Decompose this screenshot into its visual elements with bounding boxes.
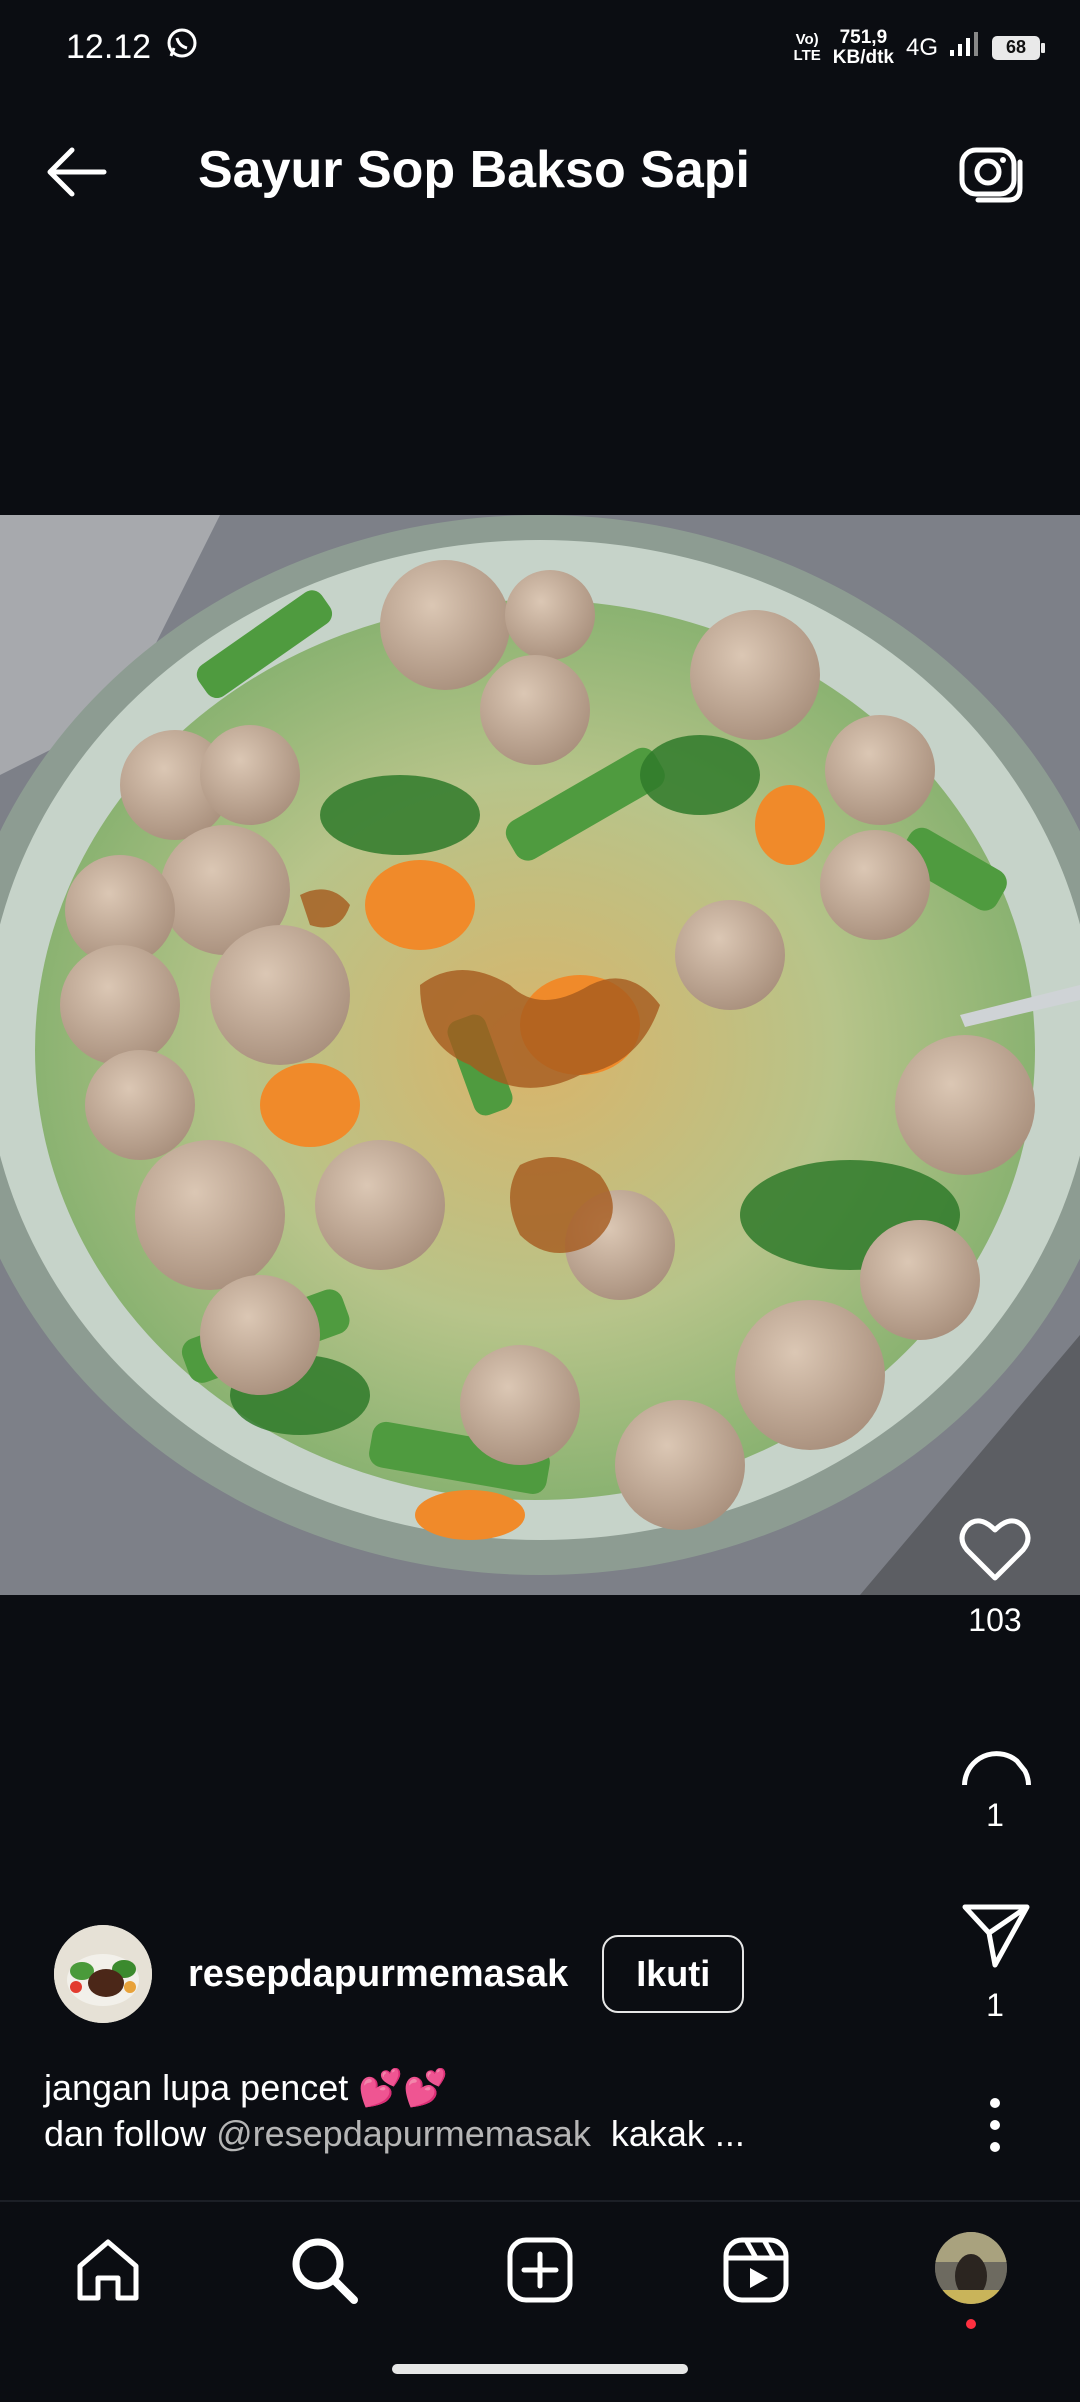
nav-create[interactable]: [502, 2232, 578, 2308]
like-count: 103: [968, 1602, 1022, 1638]
home-icon: [77, 2239, 139, 2301]
author-avatar[interactable]: [54, 1925, 152, 2023]
speed-unit: KB/dtk: [832, 46, 894, 68]
top-bar: Sayur Sop Bakso Sapi: [0, 110, 1080, 235]
page-title: Sayur Sop Bakso Sapi: [198, 141, 750, 199]
network-type: 4G: [905, 33, 938, 61]
more-options-button[interactable]: [955, 2085, 1035, 2165]
comment-action: 1: [940, 1705, 1050, 1834]
create-icon: [507, 2237, 573, 2303]
speed-value: 751,9: [839, 26, 888, 48]
clock: 12.12: [66, 28, 152, 66]
heart-icon: [959, 1518, 1031, 1581]
share-count: 1: [986, 1987, 1004, 2023]
signal-icon: [950, 30, 980, 65]
status-right: Vo) LTE 751,9 KB/dtk 4G 68: [793, 26, 1045, 68]
home-indicator[interactable]: [392, 2364, 688, 2374]
comment-count: 1: [986, 1797, 1004, 1833]
battery-icon: 68: [992, 35, 1045, 60]
caption-line-2: dan follow @resepdapurmemasak kakak ...: [44, 2111, 745, 2157]
reels-icon: [723, 2237, 789, 2303]
status-left: 12.12: [66, 26, 199, 69]
profile-image: [935, 2232, 1007, 2304]
share-action: 1: [940, 1895, 1050, 2024]
soup-image: [0, 515, 1080, 1595]
volte-bottom: LTE: [793, 46, 821, 64]
comment-icon: [962, 1751, 1031, 1821]
send-icon: [962, 1904, 1030, 1968]
more-vertical-icon: [990, 2098, 1000, 2152]
network-speed: 751,9 KB/dtk: [832, 26, 894, 68]
like-action: 103: [940, 1510, 1050, 1639]
caption-mention[interactable]: @resepdapurmemasak: [216, 2113, 591, 2154]
camera-button[interactable]: [958, 140, 1024, 206]
arrow-left-icon: [47, 147, 107, 197]
nav-search[interactable]: [286, 2232, 362, 2308]
caption-prefix: dan follow: [44, 2113, 217, 2154]
back-button[interactable]: [42, 142, 112, 202]
author-row: resepdapurmemasak Ikuti: [54, 1925, 745, 2023]
status-bar: 12.12 Vo) LTE 751,9 KB/dtk 4G 68: [0, 0, 1080, 95]
more-action: [940, 2085, 1050, 2165]
comment-button[interactable]: [955, 1705, 1035, 1821]
author-username[interactable]: resepdapurmemasak: [188, 1953, 568, 1996]
caption-suffix: kakak ...: [590, 2113, 745, 2154]
avatar-image: [54, 1925, 152, 2023]
share-button[interactable]: [955, 1895, 1035, 1975]
whatsapp-icon: [165, 26, 199, 69]
volte-indicator: Vo) LTE: [793, 30, 821, 64]
post-photo[interactable]: [0, 515, 1080, 1595]
volte-top: Vo): [795, 30, 819, 48]
nav-home[interactable]: [70, 2232, 146, 2308]
search-icon: [292, 2238, 358, 2304]
nav-reels[interactable]: [718, 2232, 794, 2308]
follow-button[interactable]: Ikuti: [602, 1935, 745, 2013]
camera-icon: [959, 147, 1023, 203]
profile-avatar: [935, 2232, 1007, 2304]
caption-line-1: jangan lupa pencet 💕💕: [44, 2067, 448, 2108]
notification-dot: [966, 2319, 976, 2329]
post-caption[interactable]: jangan lupa pencet 💕💕 dan follow @resepd…: [44, 2065, 745, 2157]
nav-profile[interactable]: [935, 2232, 1011, 2329]
battery-level: 68: [1005, 37, 1027, 57]
like-button[interactable]: [955, 1510, 1035, 1590]
